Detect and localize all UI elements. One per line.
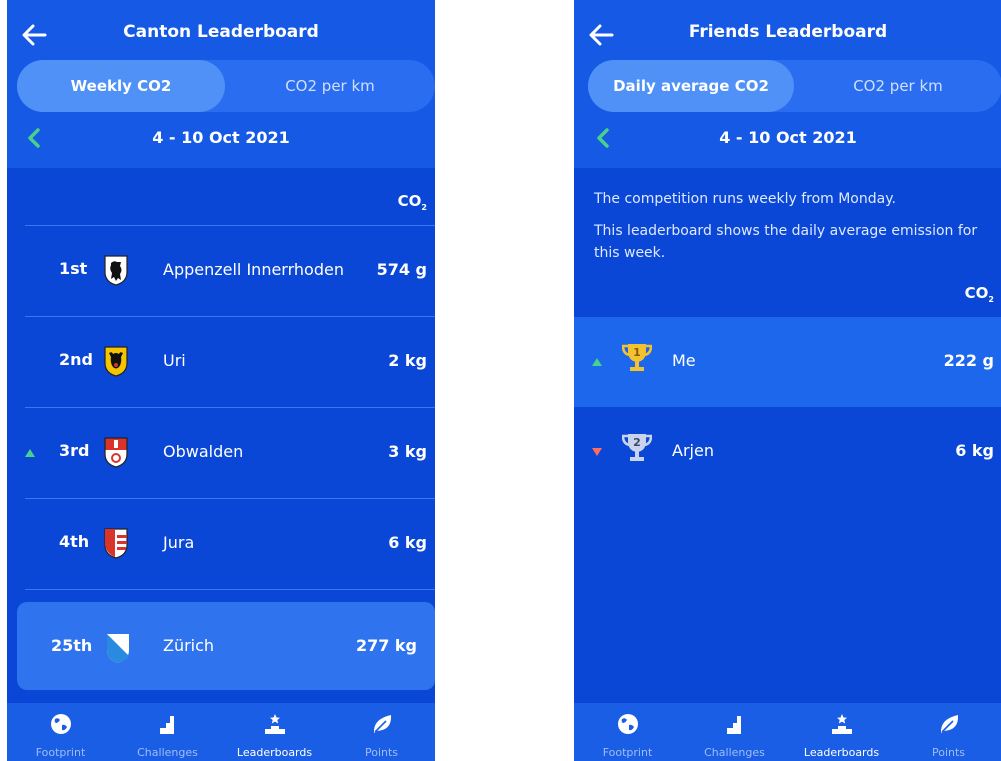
- segmented-control: Daily average CO2 CO2 per km: [588, 60, 1001, 112]
- tab-daily-average-co2[interactable]: Daily average CO2: [588, 60, 794, 112]
- obwalden-flag-icon: [104, 437, 128, 468]
- page-title: Friends Leaderboard: [688, 22, 888, 42]
- tab-points[interactable]: Points: [328, 703, 435, 761]
- rank-label: 2nd: [59, 350, 93, 369]
- co2-value: 574 g: [376, 260, 427, 279]
- week-range: 4 - 10 Oct 2021: [152, 128, 290, 147]
- uri-flag-icon: [104, 346, 128, 377]
- co2-column-header: CO2: [965, 284, 994, 304]
- header: Friends Leaderboard Daily average CO2 CO…: [574, 0, 1001, 168]
- tab-bar: Footprint Challenges Leaderboards Points: [7, 703, 435, 761]
- tab-label: Footprint: [602, 746, 653, 759]
- tab-points[interactable]: Points: [895, 703, 1001, 761]
- tab-co2-per-km[interactable]: CO2 per km: [794, 60, 1001, 112]
- podium-icon: [264, 714, 285, 734]
- canton-name: Appenzell Innerrhoden: [163, 260, 344, 279]
- leaderboard-row[interactable]: 4th Jura 6 kg: [7, 499, 435, 590]
- co2-label: CO: [964, 284, 989, 302]
- globe-icon: [50, 714, 71, 734]
- co2-value: 222 g: [943, 351, 994, 370]
- co2-column-header: CO2: [398, 192, 427, 212]
- tab-footprint[interactable]: Footprint: [7, 703, 114, 761]
- friend-row[interactable]: 1 Me 222 g: [574, 317, 1001, 407]
- canton-name: Uri: [163, 351, 186, 370]
- tab-label: Points: [364, 746, 399, 759]
- co2-label: CO: [397, 192, 422, 210]
- tab-label: Leaderboards: [236, 746, 313, 759]
- tab-label: Challenges: [704, 746, 765, 759]
- co2-subscript: 2: [421, 203, 427, 212]
- tab-label: Leaderboards: [803, 746, 880, 759]
- rank-label: 1st: [59, 259, 88, 278]
- friends-leaderboard-screen: Friends Leaderboard Daily average CO2 CO…: [574, 0, 1001, 761]
- week-range: 4 - 10 Oct 2021: [719, 128, 857, 147]
- friend-name: Me: [672, 351, 696, 370]
- globe-icon: [617, 714, 638, 734]
- tab-footprint[interactable]: Footprint: [574, 703, 681, 761]
- co2-value: 6 kg: [388, 533, 427, 552]
- gold-trophy-icon: 1: [622, 344, 652, 371]
- my-canton-row[interactable]: 25th Zürich 277 kg: [17, 602, 435, 690]
- co2-value: 3 kg: [388, 442, 427, 461]
- leaf-icon: [373, 715, 391, 733]
- appenzell-flag-icon: [104, 255, 128, 286]
- leaderboard-row[interactable]: 2nd Uri 2 kg: [7, 317, 435, 408]
- stairs-icon: [159, 716, 174, 734]
- canton-name: Obwalden: [163, 442, 244, 461]
- friend-name: Arjen: [672, 441, 714, 460]
- row-divider: [25, 589, 435, 590]
- jura-flag-icon: [104, 528, 128, 559]
- page-title: Canton Leaderboard: [123, 22, 319, 42]
- tab-challenges[interactable]: Challenges: [114, 703, 221, 761]
- co2-value: 2 kg: [388, 351, 427, 370]
- co2-subscript: 2: [988, 295, 994, 304]
- rank-label: 3rd: [59, 441, 90, 460]
- leaderboard-row[interactable]: 1st Appenzell Innerrhoden 574 g: [7, 226, 435, 317]
- tab-challenges[interactable]: Challenges: [681, 703, 788, 761]
- canton-name: Jura: [163, 533, 195, 552]
- tab-co2-per-km[interactable]: CO2 per km: [225, 60, 435, 112]
- canton-name: Zürich: [163, 636, 215, 655]
- tab-leaderboards[interactable]: Leaderboards: [221, 703, 328, 761]
- rank-label: 4th: [59, 532, 90, 551]
- leaf-icon: [940, 715, 958, 733]
- rank-label: 25th: [51, 636, 93, 655]
- zurich-flag-icon: [107, 634, 129, 663]
- trophy-place: 1: [633, 346, 641, 359]
- info-text: The competition runs weekly from Monday.: [594, 191, 896, 207]
- podium-icon: [831, 714, 852, 734]
- tab-leaderboards[interactable]: Leaderboards: [788, 703, 895, 761]
- tab-label: Challenges: [137, 746, 198, 759]
- co2-value: 277 kg: [355, 636, 417, 655]
- friend-row[interactable]: 2 Arjen 6 kg: [574, 407, 1001, 497]
- trend-up-icon: [592, 358, 602, 366]
- tab-bar: Footprint Challenges Leaderboards Points: [574, 703, 1001, 761]
- segmented-control: Weekly CO2 CO2 per km: [17, 60, 435, 112]
- leaderboard-row[interactable]: 3rd Obwalden 3 kg: [7, 408, 435, 499]
- header: Canton Leaderboard Weekly CO2 CO2 per km…: [7, 0, 435, 168]
- trophy-place: 2: [633, 436, 641, 449]
- canton-leaderboard-screen: Canton Leaderboard Weekly CO2 CO2 per km…: [7, 0, 435, 761]
- silver-trophy-icon: 2: [622, 434, 652, 461]
- trend-up-icon: [25, 449, 35, 457]
- tab-weekly-co2[interactable]: Weekly CO2: [17, 60, 225, 112]
- trend-down-icon: [592, 448, 602, 456]
- info-text: This leaderboard shows the daily average…: [594, 223, 978, 261]
- stairs-icon: [726, 716, 741, 734]
- tab-label: Footprint: [35, 746, 86, 759]
- tab-label: Points: [931, 746, 966, 759]
- co2-value: 6 kg: [955, 441, 994, 460]
